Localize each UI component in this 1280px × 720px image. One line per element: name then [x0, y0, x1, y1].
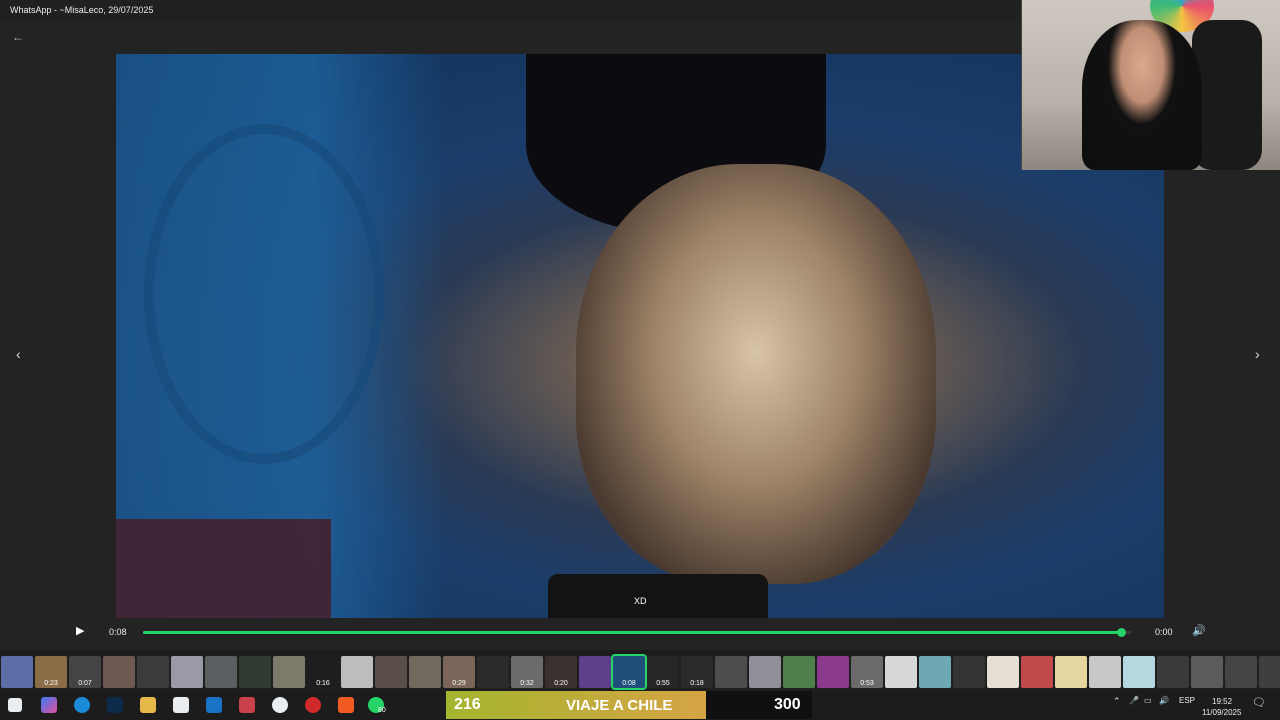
media-thumbnail[interactable]	[783, 656, 815, 688]
media-thumbnail[interactable]	[375, 656, 407, 688]
media-thumbnail[interactable]	[1259, 656, 1280, 688]
media-thumbnail[interactable]: 0:32	[511, 656, 543, 688]
red-blanket	[116, 519, 331, 618]
progress-track[interactable]	[143, 628, 1131, 637]
copilot-icon[interactable]	[41, 697, 57, 713]
tray-chevron-icon[interactable]: ⌃	[1113, 696, 1121, 707]
speaker-icon[interactable]: 🔊	[1159, 696, 1169, 705]
media-thumbnail[interactable]	[987, 656, 1019, 688]
notification-icon[interactable]: 🗨	[1252, 696, 1266, 709]
elapsed-time: 0:08	[109, 627, 127, 637]
microphone-icon[interactable]: 🎤	[1129, 696, 1139, 705]
media-thumbnail[interactable]	[1089, 656, 1121, 688]
media-thumbnail[interactable]	[1123, 656, 1155, 688]
media-thumbnail[interactable]	[1225, 656, 1257, 688]
network-icon[interactable]: ▭	[1144, 696, 1152, 705]
media-thumbnail[interactable]: 0:07	[69, 656, 101, 688]
media-thumbnail-strip: 0:23 0:07 0:16 0:29 0:32 0:20 0:08 0:55 0:18 0:53	[0, 654, 1280, 690]
remaining-time: 0:00	[1155, 627, 1173, 637]
file-explorer-icon[interactable]	[140, 697, 156, 713]
media-thumbnail[interactable]	[1055, 656, 1087, 688]
play-icon[interactable]: ▶	[76, 624, 84, 637]
media-thumbnail[interactable]: 0:23	[35, 656, 67, 688]
store-icon[interactable]	[173, 697, 189, 713]
edge-icon[interactable]	[74, 697, 90, 713]
opera-icon[interactable]	[305, 697, 321, 713]
thumbnail-duration: 0:32	[520, 680, 534, 687]
media-thumbnail[interactable]	[205, 656, 237, 688]
media-thumbnail[interactable]	[715, 656, 747, 688]
next-media-button[interactable]: ›	[1255, 346, 1260, 362]
thumbnail-duration: 0:16	[316, 680, 330, 687]
thumbnail-duration: 0:20	[554, 680, 568, 687]
back-arrow-icon[interactable]: ←	[12, 30, 24, 44]
media-thumbnail[interactable]: 0:53	[851, 656, 883, 688]
media-thumbnail[interactable]	[1191, 656, 1223, 688]
video-controls: ▶ 0:08 0:00 🔊	[68, 622, 1212, 642]
window-title: WhatsApp - ~MisaLeco, 29/07/2025	[10, 5, 154, 15]
thumbnail-duration: 0:23	[44, 680, 58, 687]
goal-title: VIAJE A CHILE	[566, 697, 673, 714]
language-indicator[interactable]: ESP	[1179, 696, 1195, 705]
media-thumbnail[interactable]: 0:16	[307, 656, 339, 688]
media-thumbnail[interactable]	[579, 656, 611, 688]
media-thumbnail[interactable]	[1021, 656, 1053, 688]
video-caption: XD	[634, 596, 647, 606]
media-thumbnail[interactable]: 0:55	[647, 656, 679, 688]
media-thumbnail[interactable]	[1157, 656, 1189, 688]
windows-start-icon[interactable]	[8, 698, 22, 712]
thumbnail-duration: 0:53	[860, 680, 874, 687]
volume-icon[interactable]: 🔊	[1192, 624, 1206, 637]
brave-icon[interactable]	[338, 697, 354, 713]
progress-fill	[143, 631, 1122, 634]
photoshop-icon[interactable]	[107, 697, 123, 713]
media-thumbnail[interactable]	[103, 656, 135, 688]
gaming-chair	[1192, 20, 1262, 170]
media-thumbnail[interactable]	[171, 656, 203, 688]
media-thumbnail[interactable]	[817, 656, 849, 688]
media-thumbnail[interactable]	[137, 656, 169, 688]
media-thumbnail[interactable]: 0:20	[545, 656, 577, 688]
phone-silhouette	[548, 574, 768, 618]
media-thumbnail[interactable]: 0:18	[681, 656, 713, 688]
thumbnail-duration: 0:07	[78, 680, 92, 687]
media-thumbnail[interactable]	[273, 656, 305, 688]
clock-date[interactable]: 11/09/2025	[1202, 708, 1241, 717]
thumbnail-duration: 0:29	[452, 680, 466, 687]
obs-icon[interactable]	[272, 697, 288, 713]
clock-time[interactable]: 19:52	[1212, 697, 1232, 706]
streamer	[1082, 20, 1202, 170]
thumbnail-duration: 0:18	[690, 680, 704, 687]
media-thumbnail[interactable]	[953, 656, 985, 688]
donation-goal-banner: 216 VIAJE A CHILE 300	[446, 691, 812, 719]
goal-current: 216	[454, 696, 481, 713]
fan-shape	[144, 124, 384, 464]
goal-target: 300	[774, 696, 801, 713]
media-thumbnail[interactable]	[885, 656, 917, 688]
progress-handle[interactable]	[1117, 628, 1127, 637]
media-thumbnail[interactable]	[919, 656, 951, 688]
video-frame[interactable]	[116, 54, 1164, 618]
thumbnail-duration: 0:08	[622, 680, 636, 687]
media-thumbnail[interactable]	[239, 656, 271, 688]
webcam-overlay	[1021, 0, 1280, 170]
outlook-icon[interactable]	[206, 697, 222, 713]
media-thumbnail[interactable]	[749, 656, 781, 688]
mail-icon[interactable]	[239, 697, 255, 713]
thumbnail-duration: 0:55	[656, 680, 670, 687]
media-thumbnail[interactable]	[341, 656, 373, 688]
media-thumbnail[interactable]	[477, 656, 509, 688]
previous-media-button[interactable]: ‹	[16, 346, 21, 362]
media-thumbnail[interactable]	[1, 656, 33, 688]
media-thumbnail[interactable]	[409, 656, 441, 688]
media-thumbnail[interactable]: 0:29	[443, 656, 475, 688]
whatsapp-badge: 80	[378, 707, 386, 714]
chihuahua-face	[576, 164, 936, 584]
media-thumbnail[interactable]: 0:08	[611, 654, 647, 690]
